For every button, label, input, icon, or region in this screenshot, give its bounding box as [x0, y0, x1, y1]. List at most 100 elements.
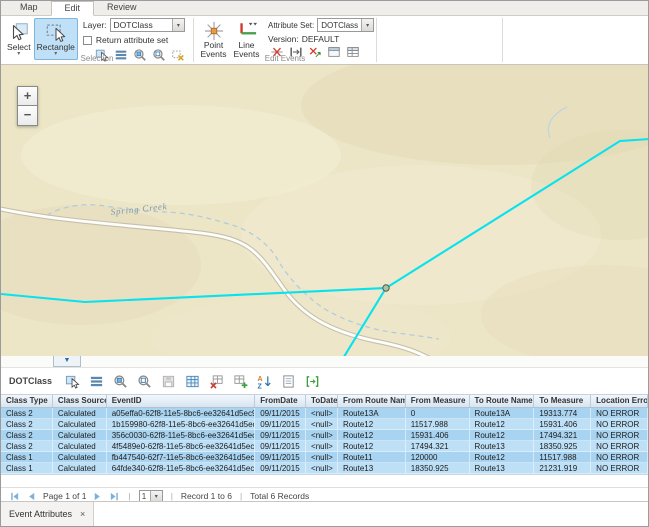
- zoom-in-button[interactable]: +: [17, 86, 38, 106]
- separator: |: [238, 491, 244, 501]
- next-page-button[interactable]: [92, 491, 103, 502]
- zoom-out-button[interactable]: −: [17, 106, 38, 126]
- ribbon-empty-area: [377, 16, 502, 64]
- tab-event-attributes[interactable]: Event Attributes ×: [1, 502, 94, 526]
- tab-event-attributes-label: Event Attributes: [9, 509, 72, 519]
- table-cell: <null>: [306, 452, 338, 463]
- attribute-set-value: DOTClass: [318, 21, 361, 30]
- first-page-button[interactable]: [9, 491, 20, 502]
- add-records-icon[interactable]: [233, 374, 248, 389]
- table-row[interactable]: Class 2Calculated4f5489e0-62f8-11e5-8bc6…: [1, 441, 648, 452]
- table-cell: <null>: [306, 419, 338, 430]
- show-all-records-icon[interactable]: [89, 374, 104, 389]
- column-header[interactable]: Class Type: [1, 395, 53, 407]
- table-cell: 09/11/2015: [255, 463, 306, 474]
- column-header[interactable]: From Route Name: [338, 395, 406, 407]
- previous-page-button[interactable]: [26, 491, 37, 502]
- select-cursor-icon: [8, 21, 30, 43]
- table-cell: 18350.925: [534, 441, 591, 452]
- save-icon[interactable]: [161, 374, 176, 389]
- table-row[interactable]: Class 1Calculated64fde340-62f8-11e5-8bc6…: [1, 463, 648, 474]
- table-cell: 17494.321: [406, 441, 470, 452]
- tab-review[interactable]: Review: [94, 1, 150, 15]
- table-row[interactable]: Class 2Calculateda05effa0-62f8-11e5-8bc6…: [1, 408, 648, 419]
- panel-title: DOTClass: [9, 376, 52, 386]
- table-cell: Route12: [470, 430, 535, 441]
- table-cell: Class 2: [1, 430, 53, 441]
- table-cell: 15931.406: [534, 419, 591, 430]
- table-cell: Route13: [470, 441, 535, 452]
- route-junction-marker[interactable]: [383, 285, 389, 291]
- event-attributes-panel: DOTClass AZ Class TypeClass SourceEventI…: [1, 368, 648, 526]
- total-records-text: Total 6 Records: [250, 491, 309, 501]
- dropdown-arrow-icon[interactable]: ▾: [150, 491, 162, 502]
- table-cell: Route12: [338, 430, 406, 441]
- tab-edit[interactable]: Edit: [51, 1, 95, 16]
- event-table: Class TypeClass SourceEventIDFromDateToD…: [1, 394, 648, 475]
- select-records-icon[interactable]: [65, 374, 80, 389]
- sort-records-icon[interactable]: AZ: [257, 374, 272, 389]
- column-header[interactable]: Location Error: [591, 395, 648, 407]
- table-row[interactable]: Class 1Calculatedfb447540-62f7-11e5-8bc6…: [1, 452, 648, 463]
- table-row[interactable]: Class 2Calculated1b159980-62f8-11e5-8bc6…: [1, 419, 648, 430]
- table-cell: Calculated: [53, 463, 107, 474]
- table-cell: Route12: [338, 419, 406, 430]
- return-attribute-set-label: Return attribute set: [96, 35, 168, 45]
- table-cell: NO ERROR: [591, 452, 648, 463]
- last-page-button[interactable]: [109, 491, 120, 502]
- point-events-icon: [204, 21, 224, 41]
- table-cell: Class 2: [1, 408, 53, 419]
- switch-selection-icon[interactable]: [185, 374, 200, 389]
- table-cell: Class 1: [1, 463, 53, 474]
- measure-brackets-icon[interactable]: [305, 374, 320, 389]
- zoom-to-selection-icon[interactable]: [113, 374, 128, 389]
- table-cell: <null>: [306, 441, 338, 452]
- rectangle-marquee-icon: [45, 21, 67, 43]
- table-row[interactable]: Class 2Calculated356c0030-62f8-11e5-8bc6…: [1, 430, 648, 441]
- return-attribute-set-checkbox[interactable]: [83, 36, 92, 45]
- attribute-set-select[interactable]: DOTClass ▾: [317, 18, 374, 32]
- edit-events-group-label: Edit Events: [194, 54, 376, 63]
- layer-select[interactable]: DOTClass ▾: [110, 18, 185, 32]
- map-panel-splitter[interactable]: ▼: [1, 356, 648, 368]
- table-cell: Calculated: [53, 441, 107, 452]
- report-icon[interactable]: [281, 374, 296, 389]
- version-value: DEFAULT: [302, 34, 340, 44]
- dropdown-arrow-icon[interactable]: ▾: [361, 19, 373, 31]
- basemap: Spring Creek: [1, 65, 648, 356]
- column-header[interactable]: ToDate: [306, 395, 338, 407]
- table-cell: Calculated: [53, 419, 107, 430]
- table-cell: 64fde340-62f8-11e5-8bc6-ee32641d5ec9: [107, 463, 256, 474]
- table-cell: 11517.988: [534, 452, 591, 463]
- panel-collapse-button[interactable]: ▼: [53, 356, 81, 367]
- dropdown-arrow-icon[interactable]: ▾: [172, 19, 184, 31]
- column-header[interactable]: From Measure: [406, 395, 470, 407]
- pan-to-selection-icon[interactable]: [137, 374, 152, 389]
- column-header[interactable]: Class Source: [53, 395, 107, 407]
- table-cell: NO ERROR: [591, 408, 648, 419]
- layer-select-value: DOTClass: [111, 20, 172, 30]
- ribbon: Select ▾ Rectangle ▾ Layer: DOTClass ▾: [1, 16, 648, 65]
- table-cell: <null>: [306, 430, 338, 441]
- table-cell: 18350.925: [406, 463, 470, 474]
- tab-map[interactable]: Map: [7, 1, 51, 15]
- column-header[interactable]: To Measure: [534, 395, 591, 407]
- column-header[interactable]: To Route Name: [470, 395, 535, 407]
- column-header[interactable]: FromDate: [255, 395, 306, 407]
- table-cell: Calculated: [53, 430, 107, 441]
- map-canvas[interactable]: Spring Creek + −: [1, 65, 648, 356]
- table-cell: 4f5489e0-62f8-11e5-8bc6-ee32641d5ec9: [107, 441, 256, 452]
- table-cell: NO ERROR: [591, 430, 648, 441]
- table-cell: Route12: [338, 441, 406, 452]
- close-icon[interactable]: ×: [80, 509, 85, 519]
- table-cell: fb447540-62f7-11e5-8bc6-ee32641d5ec9: [107, 452, 256, 463]
- clear-table-selection-icon[interactable]: [209, 374, 224, 389]
- table-cell: 17494.321: [534, 430, 591, 441]
- panel-toolbar-icons: AZ: [65, 374, 320, 389]
- column-header[interactable]: EventID: [107, 395, 256, 407]
- map-zoom-control: + −: [17, 86, 38, 126]
- table-cell: NO ERROR: [591, 441, 648, 452]
- layer-label: Layer:: [83, 20, 107, 30]
- table-cell: Route13A: [470, 408, 535, 419]
- table-cell: 09/11/2015: [255, 408, 306, 419]
